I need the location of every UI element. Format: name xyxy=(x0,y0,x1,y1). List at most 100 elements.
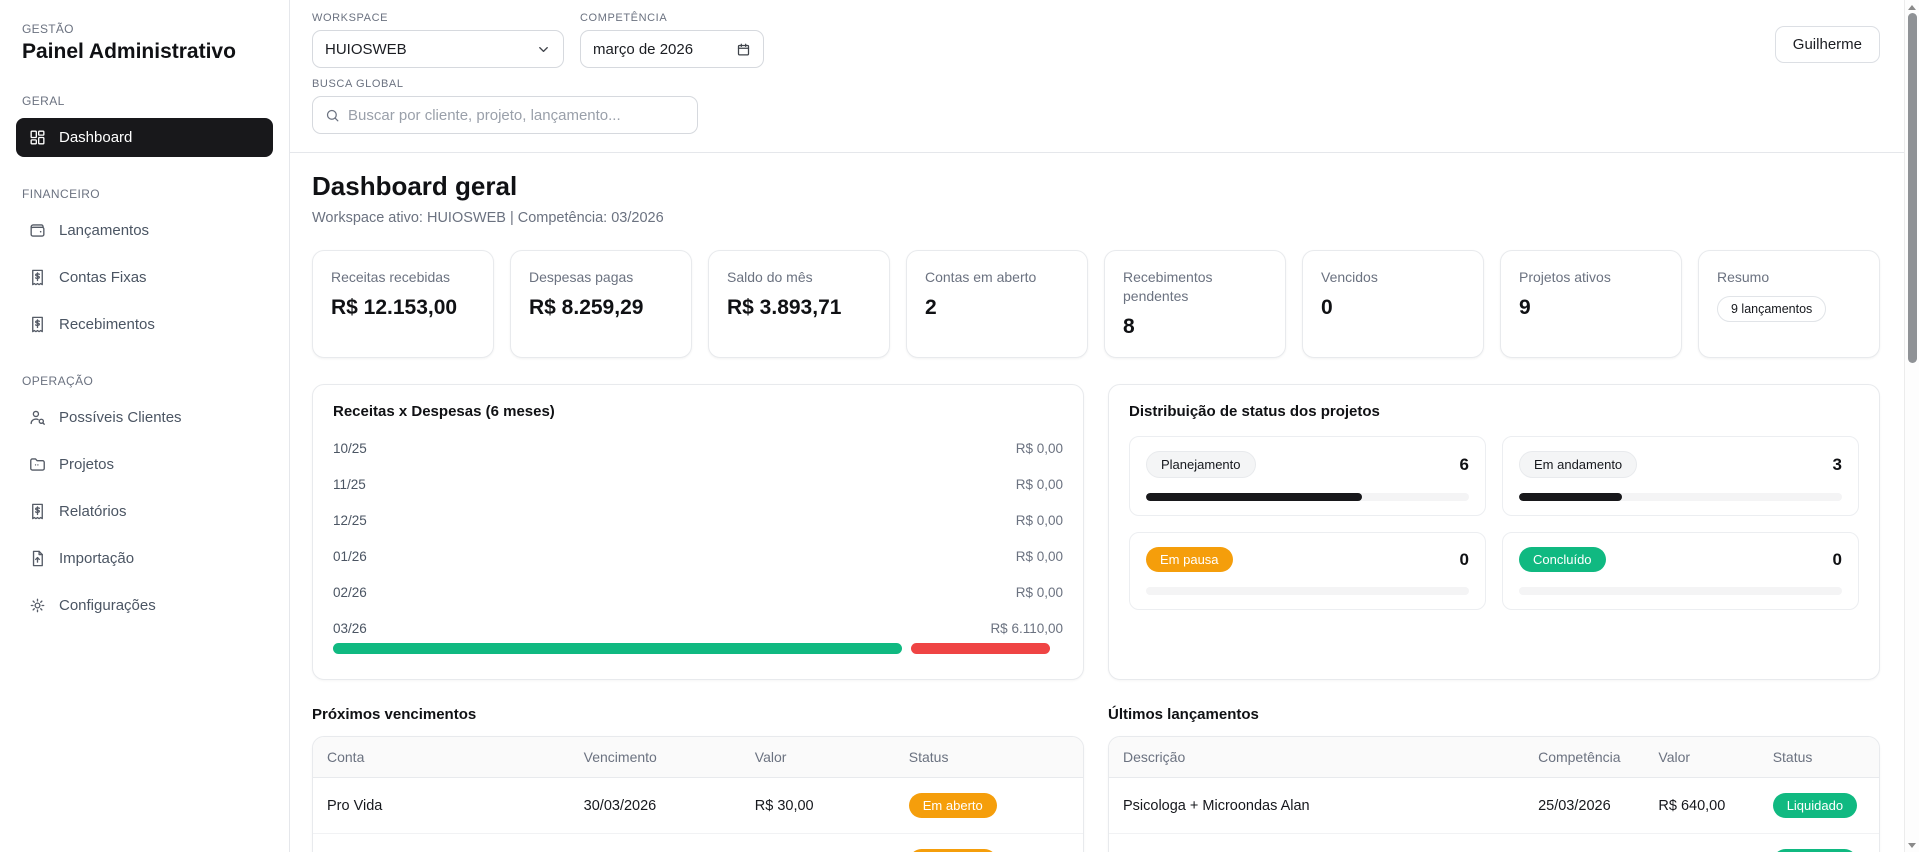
despesas-bar-segment xyxy=(911,643,1051,654)
table-row: Site Advogado - Rogério Diadema - Entrad… xyxy=(1109,834,1879,852)
workspace-label: WORKSPACE xyxy=(312,12,389,24)
app-root: GESTÃO Painel Administrativo GERAL Dashb… xyxy=(0,0,1919,852)
competencia-month-input[interactable]: março de 2026 xyxy=(580,30,764,68)
status-tile-concluido: Concluído 0 xyxy=(1502,532,1859,610)
table-header-row: Descrição Competência Valor Status xyxy=(1109,737,1879,778)
receipt-icon xyxy=(28,315,47,334)
app-title: Painel Administrativo xyxy=(22,40,236,63)
status-badge: Planejamento xyxy=(1146,451,1256,478)
vertical-scrollbar[interactable] xyxy=(1904,0,1919,852)
page-subtitle: Workspace ativo: HUIOSWEB | Competência:… xyxy=(312,210,664,226)
status-tiles: Planejamento 6 Em andamento 3 Em pausa 0… xyxy=(1129,436,1859,610)
chart-row: 12/25 R$ 0,00 xyxy=(333,513,1063,528)
sidebar-item-lancamentos[interactable]: Lançamentos xyxy=(16,211,273,250)
status-badge: Em andamento xyxy=(1519,451,1638,478)
dashboard-grid-icon xyxy=(28,128,47,147)
stat-card-recebimentos-pendentes: Recebimentos pendentes 8 xyxy=(1104,250,1286,358)
chart-row: 10/25 R$ 0,00 xyxy=(333,441,1063,456)
search-input[interactable] xyxy=(348,106,685,124)
progress-fill xyxy=(1519,493,1623,501)
stat-cards-row: Receitas recebidas R$ 12.153,00 Despesas… xyxy=(312,250,1880,358)
sidebar-item-label: Lançamentos xyxy=(59,222,150,239)
sidebar-item-relatorios[interactable]: Relatórios xyxy=(16,492,273,531)
busca-global-label: BUSCA GLOBAL xyxy=(312,78,404,90)
sidebar-item-label: Importação xyxy=(59,550,135,567)
progress-track xyxy=(1519,587,1842,595)
chart-row: 03/26 R$ 6.110,00 xyxy=(333,621,1063,636)
receipt-icon xyxy=(28,268,47,287)
proximos-vencimentos-section: Próximos vencimentos Conta Vencimento Va… xyxy=(312,706,1084,852)
sidebar-item-label: Recebimentos xyxy=(59,316,155,333)
table-title: Últimos lançamentos xyxy=(1108,706,1259,723)
stat-card-contas-aberto: Contas em aberto 2 xyxy=(906,250,1088,358)
sidebar-item-configuracoes[interactable]: Configurações xyxy=(16,586,273,625)
sidebar-item-importacao[interactable]: Importação xyxy=(16,539,273,578)
scrollbar-thumb[interactable] xyxy=(1908,13,1917,363)
busca-global-field: BUSCA GLOBAL xyxy=(312,78,764,134)
panel-title: Distribuição de status dos projetos xyxy=(1129,403,1380,420)
stat-card-vencidos: Vencidos 0 xyxy=(1302,250,1484,358)
workspace-select[interactable]: HUIOSWEB xyxy=(312,30,564,68)
sidebar-item-projetos[interactable]: Projetos xyxy=(16,445,273,484)
competencia-value: março de 2026 xyxy=(593,40,694,58)
progress-track xyxy=(1146,587,1469,595)
stat-card-receitas-recebidas: Receitas recebidas R$ 12.153,00 xyxy=(312,250,494,358)
sidebar-item-label: Possíveis Clientes xyxy=(59,409,182,426)
status-tile-planejamento: Planejamento 6 xyxy=(1129,436,1486,516)
stacked-bar-03-26 xyxy=(333,643,1063,654)
proximos-vencimentos-table: Conta Vencimento Valor Status Pro Vida 3… xyxy=(312,736,1084,852)
status-distribution-panel: Distribuição de status dos projetos Plan… xyxy=(1108,384,1880,680)
receitas-bar-segment xyxy=(333,643,903,654)
status-badge: Liquidado xyxy=(1772,793,1858,818)
gear-icon xyxy=(28,596,47,615)
sidebar-item-dashboard[interactable]: Dashboard xyxy=(16,118,273,157)
sidebar-item-possiveis-clientes[interactable]: Possíveis Clientes xyxy=(16,398,273,437)
competencia-field: COMPETÊNCIA março de 2026 xyxy=(580,12,764,68)
panels-row: Receitas x Despesas (6 meses) 10/25 R$ 0… xyxy=(312,384,1880,680)
workspace-field: WORKSPACE HUIOSWEB xyxy=(312,12,564,68)
sidebar-item-label: Projetos xyxy=(59,456,115,473)
sidebar: GESTÃO Painel Administrativo GERAL Dashb… xyxy=(0,0,290,852)
ultimos-lancamentos-table: Descrição Competência Valor Status Psico… xyxy=(1108,736,1880,852)
user-menu-button[interactable]: Guilherme xyxy=(1774,26,1880,63)
calendar-icon xyxy=(737,43,750,55)
topbar: WORKSPACE HUIOSWEB COMPETÊNCIA março de … xyxy=(290,0,1904,153)
receipt-icon xyxy=(28,502,47,521)
sidebar-item-contas-fixas[interactable]: Contas Fixas xyxy=(16,258,273,297)
sidebar-item-label: Dashboard xyxy=(59,129,133,146)
status-badge: Concluído xyxy=(1519,547,1606,572)
competencia-label: COMPETÊNCIA xyxy=(580,12,668,24)
status-badge: Em pausa xyxy=(1146,547,1233,572)
resumo-count-badge: 9 lançamentos xyxy=(1717,295,1827,322)
global-search xyxy=(312,96,698,134)
file-import-icon xyxy=(28,549,47,568)
main-area: WORKSPACE HUIOSWEB COMPETÊNCIA março de … xyxy=(290,0,1919,852)
sidebar-item-recebimentos[interactable]: Recebimentos xyxy=(16,305,273,344)
table-row: Hospedagem Vercel 31/03/2026 R$ 140,00 E… xyxy=(313,834,1083,852)
sidebar-item-label: Configurações xyxy=(59,597,156,614)
sidebar-item-label: Contas Fixas xyxy=(59,269,147,286)
progress-fill xyxy=(1146,493,1363,501)
table-title: Próximos vencimentos xyxy=(312,706,477,723)
chart-row: 02/26 R$ 0,00 xyxy=(333,585,1063,600)
status-badge: Em aberto xyxy=(908,793,997,818)
ultimos-lancamentos-section: Últimos lançamentos Descrição Competênci… xyxy=(1108,706,1880,852)
scrollbar-down-arrow[interactable] xyxy=(1905,838,1919,852)
scrollbar-up-arrow[interactable] xyxy=(1905,0,1919,14)
table-header-row: Conta Vencimento Valor Status xyxy=(313,737,1083,778)
chart-row: 11/25 R$ 0,00 xyxy=(333,477,1063,492)
chevron-down-icon xyxy=(539,46,548,52)
sidebar-section-operacao: OPERAÇÃO xyxy=(22,374,94,388)
status-tile-em-pausa: Em pausa 0 xyxy=(1129,532,1486,610)
status-tile-em-andamento: Em andamento 3 xyxy=(1502,436,1859,516)
chart-row: 01/26 R$ 0,00 xyxy=(333,549,1063,564)
tables-row: Próximos vencimentos Conta Vencimento Va… xyxy=(312,706,1880,852)
table-row: Pro Vida 30/03/2026 R$ 30,00 Em aberto xyxy=(313,778,1083,834)
stat-card-resumo: Resumo 9 lançamentos xyxy=(1698,250,1880,358)
sidebar-kicker: GESTÃO xyxy=(22,22,74,36)
page-title: Dashboard geral xyxy=(312,171,518,201)
workspace-selected-value: HUIOSWEB xyxy=(325,40,407,58)
stat-card-despesas-pagas: Despesas pagas R$ 8.259,29 xyxy=(510,250,692,358)
sidebar-section-geral: GERAL xyxy=(22,94,65,108)
user-search-icon xyxy=(28,408,47,427)
